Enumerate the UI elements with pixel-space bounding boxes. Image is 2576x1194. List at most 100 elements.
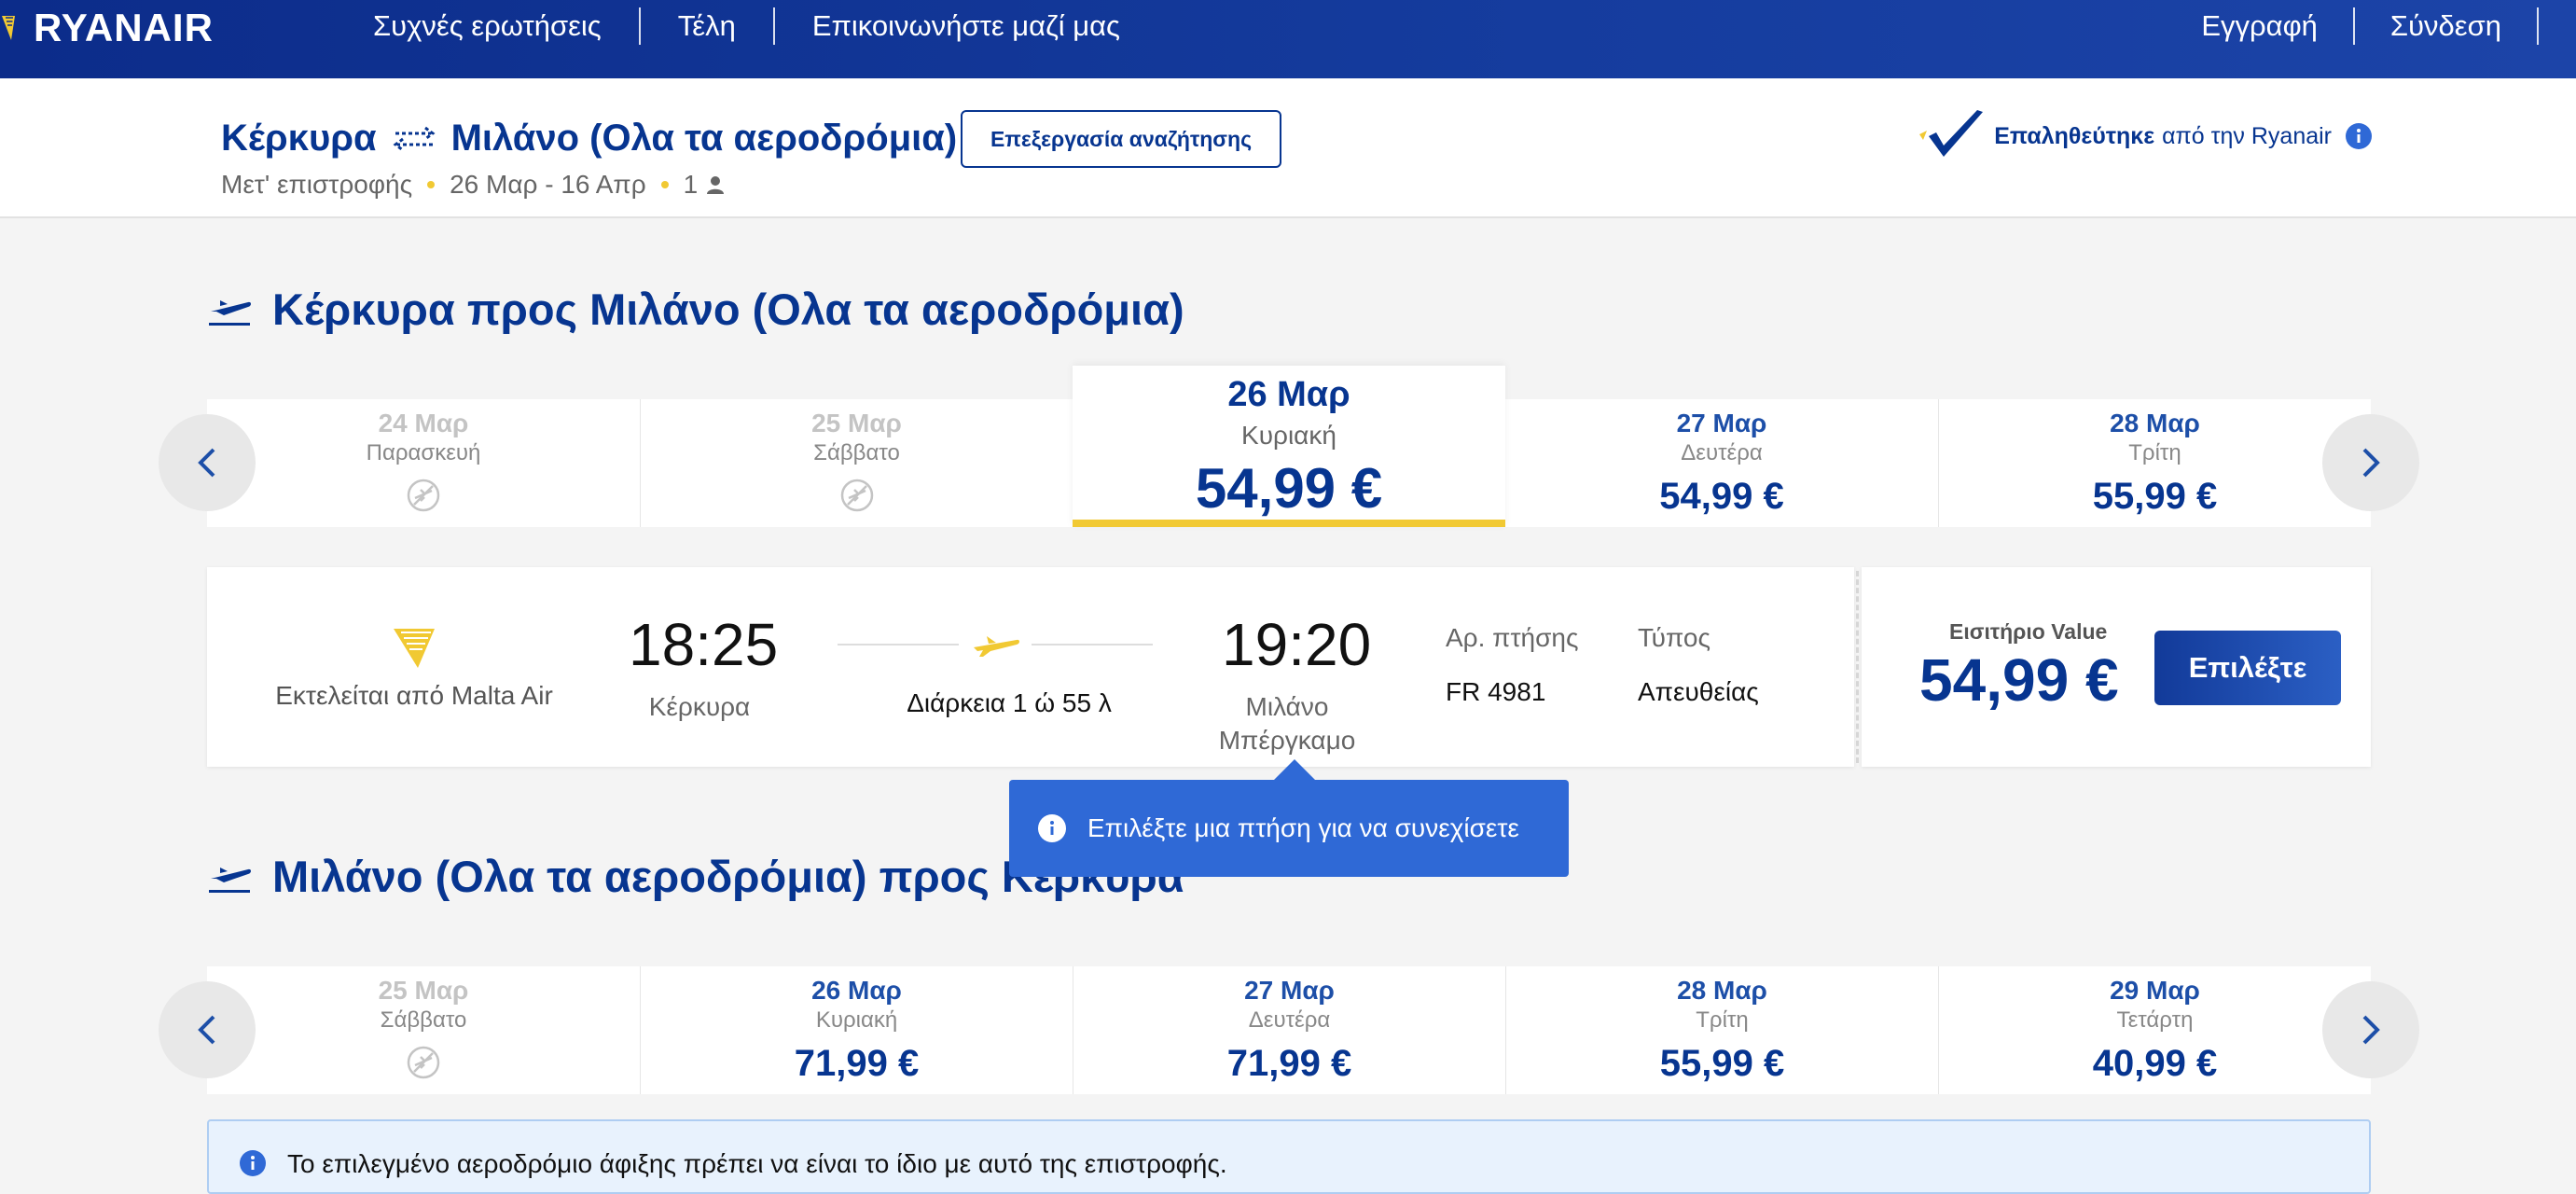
nav-link-contact[interactable]: Επικοινωνήστε μαζί μας bbox=[772, 7, 1157, 45]
flight-number: FR 4981 bbox=[1446, 677, 1546, 706]
inbound-date-cell[interactable]: 28 Μαρ Τρίτη 55,99 € bbox=[1505, 966, 1938, 1094]
plane-icon bbox=[974, 636, 1019, 657]
weekday-label: Σάββατο bbox=[813, 440, 900, 465]
tooltip-text: Επιλέξτε μια πτήση για να συνεχίσετε bbox=[1087, 813, 1519, 842]
trip-type: Μετ' επιστροφής bbox=[221, 170, 413, 199]
date-label: 29 Μαρ bbox=[2110, 976, 2200, 1005]
banner-text: Το επιλεγμένο αεροδρόμιο άφιξης πρέπει ν… bbox=[287, 1149, 1227, 1178]
date-price: 55,99 € bbox=[1659, 1043, 1785, 1084]
no-flight-icon bbox=[407, 479, 440, 512]
arrival-airport: Μπέργκαμο bbox=[1218, 726, 1356, 755]
route-title: Κέρκυρα Μιλάνο (Ολα τα αεροδρόμια) bbox=[221, 118, 957, 160]
separator-dot bbox=[660, 181, 669, 188]
verified-by-ryanair: Επαληθεύτηκε από την Ryanair bbox=[1916, 108, 2373, 164]
nav-divider bbox=[2537, 7, 2539, 45]
date-label: 28 Μαρ bbox=[2110, 409, 2200, 437]
chevron-left-icon bbox=[198, 448, 215, 478]
weekday-label: Δευτέρα bbox=[1248, 1007, 1331, 1033]
top-navigation: RYANAIR Συχνές ερωτήσεις Τέλη Επικοινωνή… bbox=[0, 0, 2576, 78]
trip-dates: 26 Μαρ - 16 Απρ bbox=[450, 170, 646, 199]
outbound-prev-arrow[interactable] bbox=[159, 414, 256, 511]
fare-type-label: Εισιτήριο Value bbox=[1949, 619, 2108, 644]
plane-takeoff-icon bbox=[209, 867, 251, 893]
date-price: 54,99 € bbox=[1659, 476, 1784, 517]
verified-by-text: από την Ryanair bbox=[2162, 122, 2332, 149]
chevron-right-icon bbox=[2362, 1015, 2380, 1045]
flight-duration: Διάρκεια 1 ώ 55 λ bbox=[907, 688, 1112, 717]
date-label: 27 Μαρ bbox=[1244, 976, 1335, 1005]
flight-type-label: Τύπος bbox=[1638, 623, 1710, 652]
flight-number-label: Αρ. πτήσης bbox=[1446, 623, 1579, 652]
plane-takeoff-icon bbox=[209, 299, 251, 326]
person-icon bbox=[707, 176, 725, 194]
date-price: 71,99 € bbox=[794, 1043, 920, 1084]
login-link[interactable]: Σύνδεση bbox=[2352, 7, 2537, 45]
flight-path-line bbox=[838, 644, 959, 646]
main-nav-links: Συχνές ερωτήσεις Τέλη Επικοινωνήστε μαζί… bbox=[373, 7, 1157, 45]
account-links: Εγγραφή Σύνδεση bbox=[2166, 7, 2539, 45]
weekday-label: Τετάρτη bbox=[2116, 1007, 2194, 1033]
nav-link-fees[interactable]: Τέλη bbox=[638, 7, 773, 45]
outbound-next-arrow[interactable] bbox=[2322, 414, 2419, 511]
select-flight-tooltip: Επιλέξτε μια πτήση για να συνεχίσετε bbox=[1009, 759, 1569, 877]
date-label: 25 Μαρ bbox=[378, 976, 469, 1005]
date-label: 26 Μαρ bbox=[811, 976, 902, 1005]
inbound-date-cell[interactable]: 26 Μαρ Κυριακή 71,99 € bbox=[640, 966, 1073, 1094]
destination-city: Μιλάνο (Ολα τα αεροδρόμια) bbox=[450, 118, 958, 159]
weekday-label: Παρασκευή bbox=[366, 440, 481, 465]
chevron-left-icon bbox=[198, 1015, 215, 1045]
weekday-label: Κυριακή bbox=[1241, 421, 1336, 450]
harp-logo-icon bbox=[2, 16, 15, 40]
chevron-right-icon bbox=[2362, 448, 2380, 478]
outbound-section-title: Κέρκυρα προς Μιλάνο (Ολα τα αεροδρόμια) bbox=[207, 284, 1184, 335]
operated-by: Εκτελείται από Malta Air bbox=[275, 681, 553, 710]
return-arrows-icon bbox=[393, 126, 436, 151]
outbound-date-cell-selected[interactable]: 26 Μαρ Κυριακή 54,99 € bbox=[1073, 366, 1505, 527]
outbound-date-carousel: 24 Μαρ Παρασκευή 25 Μαρ Σάββατο 26 Μαρ Κ… bbox=[159, 366, 2419, 527]
no-flight-icon bbox=[840, 479, 873, 512]
ryanair-logo[interactable]: RYANAIR bbox=[0, 6, 214, 50]
separator-dot bbox=[427, 181, 436, 188]
malta-air-harp-icon bbox=[394, 629, 435, 668]
weekday-label: Τρίτη bbox=[2128, 440, 2181, 465]
date-price: 71,99 € bbox=[1226, 1043, 1352, 1084]
no-flight-icon bbox=[407, 1046, 440, 1079]
inbound-date-cell[interactable]: 29 Μαρ Τετάρτη 40,99 € bbox=[1938, 966, 2371, 1094]
fare-price: 54,99 € bbox=[1919, 646, 2119, 714]
outbound-date-cell[interactable]: 27 Μαρ Δευτέρα 54,99 € bbox=[1505, 399, 1938, 527]
arrival-city: Μιλάνο bbox=[1245, 692, 1329, 721]
outbound-date-cell[interactable]: 28 Μαρ Τρίτη 55,99 € bbox=[1938, 399, 2371, 527]
date-label: 24 Μαρ bbox=[378, 409, 469, 437]
edit-search-button[interactable]: Επεξεργασία αναζήτησης bbox=[961, 110, 1281, 168]
fare-card: Εισιτήριο Value 54,99 € Επιλέξτε bbox=[1862, 567, 2371, 767]
flight-card[interactable]: Εκτελείται από Malta Air 18:25 Κέρκυρα Δ… bbox=[207, 567, 1854, 767]
flight-path-line bbox=[1032, 644, 1153, 646]
weekday-label: Σάββατο bbox=[380, 1007, 467, 1033]
signup-link[interactable]: Εγγραφή bbox=[2166, 7, 2353, 45]
search-details: Μετ' επιστροφής 26 Μαρ - 16 Απρ 1 bbox=[221, 170, 726, 200]
airport-info-banner: Το επιλεγμένο αεροδρόμιο άφιξης πρέπει ν… bbox=[207, 1119, 2371, 1194]
date-label: 25 Μαρ bbox=[811, 409, 902, 437]
weekday-label: Τρίτη bbox=[1696, 1007, 1749, 1033]
nav-link-faq[interactable]: Συχνές ερωτήσεις bbox=[373, 7, 639, 45]
outbound-date-cell: 25 Μαρ Σάββατο bbox=[640, 399, 1073, 527]
origin-city: Κέρκυρα bbox=[221, 118, 377, 159]
passenger-count: 1 bbox=[683, 170, 699, 199]
search-summary: Κέρκυρα Μιλάνο (Ολα τα αεροδρόμια) Επεξε… bbox=[0, 78, 2576, 218]
inbound-prev-arrow[interactable] bbox=[159, 981, 256, 1078]
date-label: 26 Μαρ bbox=[1227, 375, 1350, 414]
inbound-next-arrow[interactable] bbox=[2322, 981, 2419, 1078]
inbound-date-cell: 25 Μαρ Σάββατο bbox=[207, 966, 640, 1094]
outbound-date-cell: 24 Μαρ Παρασκευή bbox=[207, 399, 640, 527]
info-icon bbox=[1038, 814, 1066, 842]
inbound-date-carousel: 25 Μαρ Σάββατο 26 Μαρ Κυριακή 71,99 € 27… bbox=[159, 966, 2419, 1094]
departure-place: Κέρκυρα bbox=[648, 692, 751, 721]
inbound-date-cell[interactable]: 27 Μαρ Δευτέρα 71,99 € bbox=[1073, 966, 1505, 1094]
info-icon[interactable] bbox=[2345, 122, 2373, 150]
verified-check-icon bbox=[1919, 110, 1984, 157]
info-icon bbox=[240, 1150, 266, 1176]
date-label: 27 Μαρ bbox=[1676, 409, 1767, 437]
ticket-perforation bbox=[1856, 571, 1859, 763]
date-price: 54,99 € bbox=[1195, 457, 1383, 520]
select-flight-button[interactable]: Επιλέξτε bbox=[2154, 631, 2341, 705]
